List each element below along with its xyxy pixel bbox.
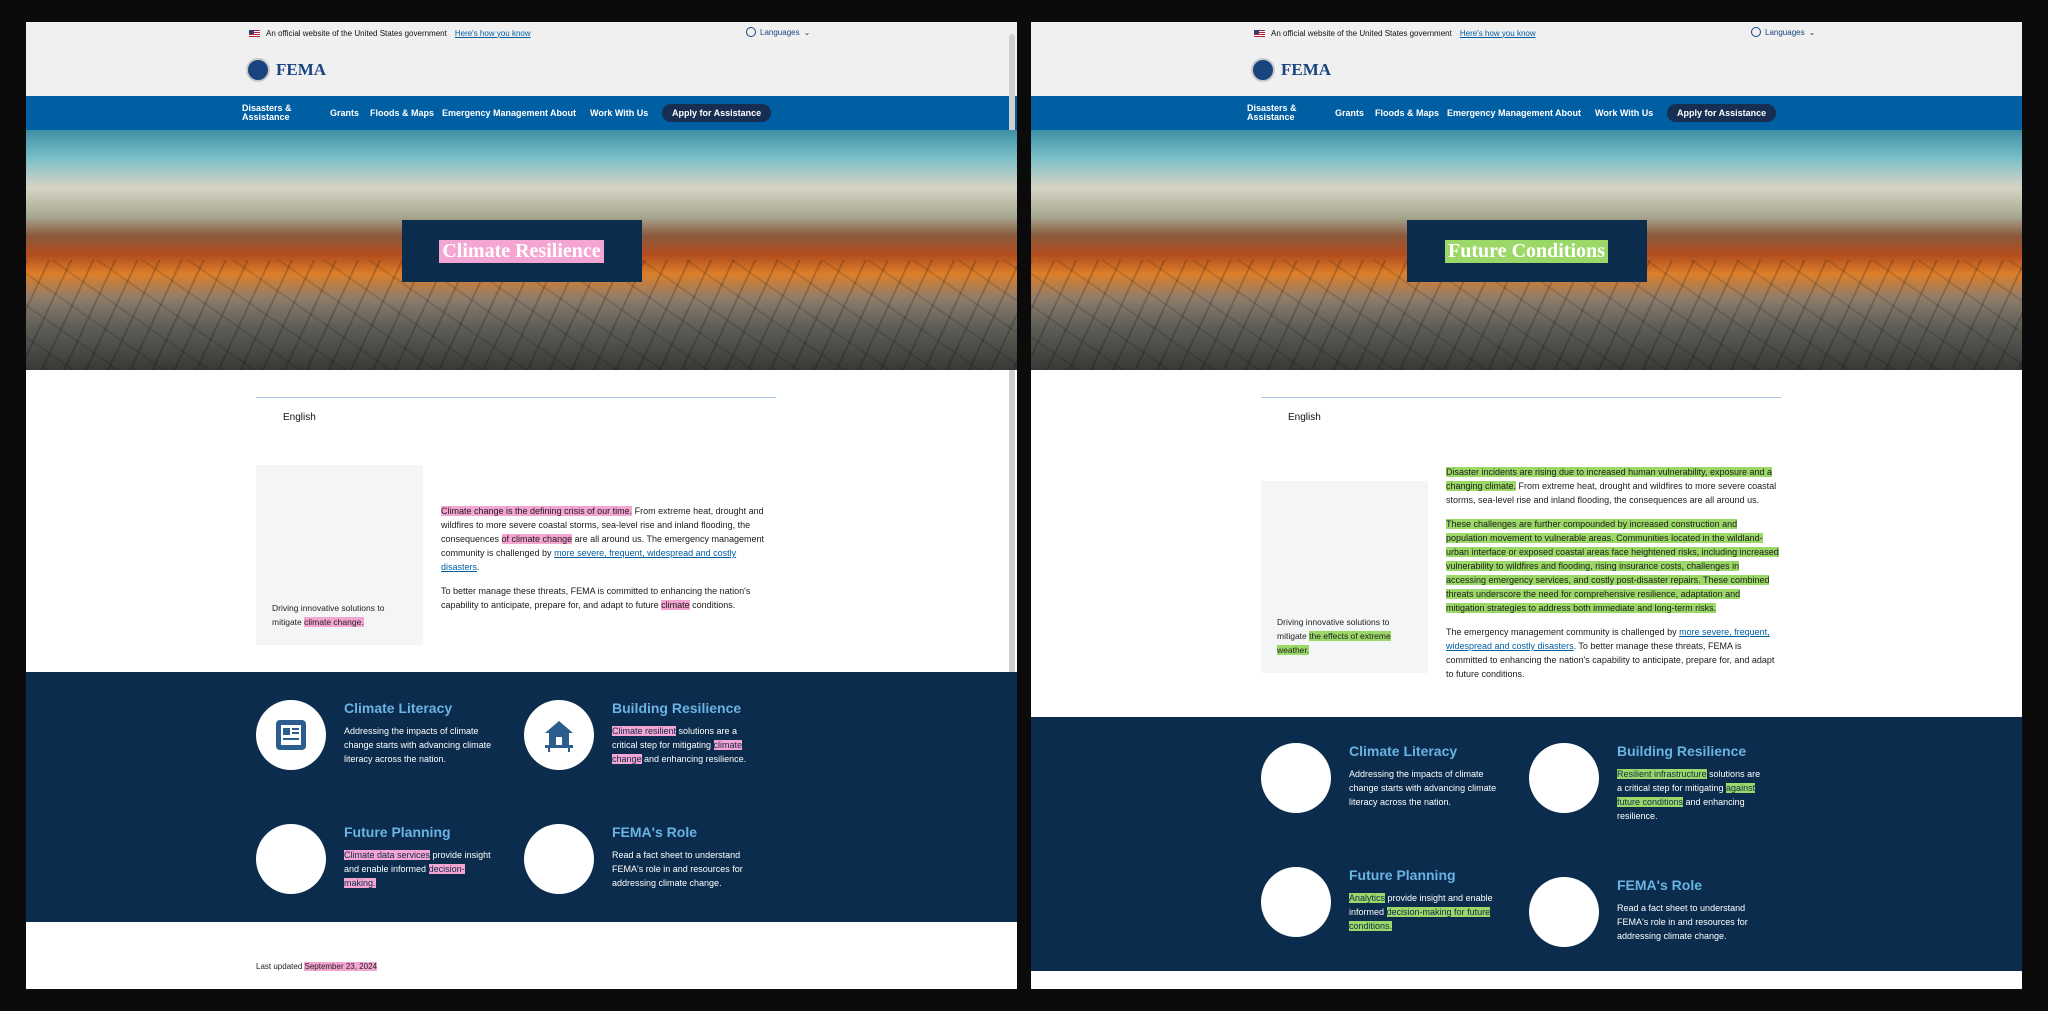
tile-title[interactable]: FEMA's Role [1617,877,1702,893]
intro-paragraph-2: These challenges are further compounded … [1446,519,1779,613]
nav-disasters-assistance[interactable]: Disasters & Assistance [1247,104,1335,122]
right-browser-pane: An official website of the United States… [1031,22,2022,989]
heres-how-you-know-link[interactable]: Here's how you know [1460,29,1536,38]
tile-icon-circle [256,824,326,894]
gov-banner: An official website of the United States… [26,22,1017,44]
nav-emergency-management[interactable]: Emergency Management [442,108,550,118]
intro-paragraph-2: To better manage these threats, FEMA is … [441,586,751,610]
nav-grants[interactable]: Grants [330,108,370,118]
hero-title: Climate Resilience [439,239,604,263]
languages-label: Languages [760,27,800,37]
tile-description: Climate data services provide insight an… [344,850,491,888]
tile-icon-circle [524,700,594,770]
tile-description: Read a fact sheet to understand FEMA's r… [612,850,743,888]
gov-banner-text: An official website of the United States… [266,28,447,38]
us-flag-icon [249,29,260,37]
side-card-text: Driving innovative solutions to mitigate… [1277,617,1391,655]
tile-title[interactable]: Future Planning [344,824,451,840]
fema-logo[interactable]: FEMA [1281,60,1331,80]
main-nav: Disasters & Assistance Grants Floods & M… [26,96,1017,130]
tile-title[interactable]: Climate Literacy [344,700,452,716]
nav-work-with-us[interactable]: Work With Us [590,108,662,118]
tile-icon-circle [1529,743,1599,813]
languages-button[interactable]: Languages ⌄ [1751,27,1815,37]
tile-description: Resilient infrastructure solutions are a… [1617,769,1761,821]
tile-title[interactable]: Building Resilience [1617,743,1746,759]
nav-disasters-assistance[interactable]: Disasters & Assistance [242,104,330,122]
tile-description: Analytics provide insight and enable inf… [1349,893,1493,931]
tile-icon-circle [1261,743,1331,813]
comparison-frame: An official website of the United States… [26,22,2022,989]
nav-grants[interactable]: Grants [1335,108,1375,118]
nav-about[interactable]: About [1555,108,1595,118]
intro-paragraph-3: The emergency management community is ch… [1446,627,1775,679]
intro-paragraph-1: Climate change is the defining crisis of… [441,506,765,572]
dhs-seal-icon [1251,58,1275,82]
document-icon [276,720,306,750]
last-updated: Last updated September 23, 2024 [256,962,377,971]
site-header: FEMA [26,44,1017,96]
side-card-text: Driving innovative solutions to mitigate… [272,603,385,627]
globe-icon [1751,27,1761,37]
intro-paragraph-1: Disaster incidents are rising due to inc… [1446,467,1777,505]
hero-banner: Future Conditions [1031,130,2022,370]
tile-title[interactable]: Building Resilience [612,700,741,716]
dhs-seal-icon [246,58,270,82]
chevron-down-icon: ⌄ [803,27,811,37]
site-header: FEMA [1031,44,2022,96]
side-card: Driving innovative solutions to mitigate… [1261,481,1428,673]
nav-about[interactable]: About [550,108,590,118]
nav-floods-maps[interactable]: Floods & Maps [370,108,442,118]
hero-title-box: Climate Resilience [401,220,642,282]
gov-banner: An official website of the United States… [1031,22,2022,44]
divider [256,397,776,398]
hero-title-box: Future Conditions [1406,220,1647,282]
side-card: Driving innovative solutions to mitigate… [256,465,423,645]
left-browser-pane: An official website of the United States… [26,22,1017,989]
language-label[interactable]: English [283,412,316,423]
main-nav: Disasters & Assistance Grants Floods & M… [1031,96,2022,130]
apply-for-assistance-button[interactable]: Apply for Assistance [662,104,772,122]
tile-icon-circle [1261,867,1331,937]
hero-banner: Climate Resilience [26,130,1017,370]
languages-label: Languages [1765,27,1805,37]
topics-band: Climate Literacy Addressing the impacts … [1031,717,2022,971]
tile-icon-circle [1529,877,1599,947]
gov-banner-text: An official website of the United States… [1271,28,1452,38]
tile-icon-circle [524,824,594,894]
nav-work-with-us[interactable]: Work With Us [1595,108,1667,118]
globe-icon [746,27,756,37]
tile-description: Addressing the impacts of climate change… [1349,769,1497,807]
tile-description: Addressing the impacts of climate change… [344,726,492,764]
tile-title[interactable]: FEMA's Role [612,824,697,840]
tile-description: Climate resilient solutions are a critic… [612,726,747,764]
divider [1261,397,1781,398]
intro-text: Climate change is the defining crisis of… [441,504,776,622]
tile-description: Read a fact sheet to understand FEMA's r… [1617,903,1748,941]
languages-button[interactable]: Languages ⌄ [746,27,810,37]
nav-emergency-management[interactable]: Emergency Management [1447,108,1555,118]
hero-title: Future Conditions [1445,239,1608,263]
heres-how-you-know-link[interactable]: Here's how you know [455,29,531,38]
topics-band: Climate Literacy Addressing the impacts … [26,672,1017,922]
tile-title[interactable]: Climate Literacy [1349,743,1457,759]
fema-logo[interactable]: FEMA [276,60,326,80]
intro-text: Disaster incidents are rising due to inc… [1446,465,1781,691]
tile-title[interactable]: Future Planning [1349,867,1456,883]
tile-icon-circle [256,700,326,770]
house-icon [545,721,573,752]
us-flag-icon [1254,29,1265,37]
language-label[interactable]: English [1288,412,1321,423]
nav-floods-maps[interactable]: Floods & Maps [1375,108,1447,118]
apply-for-assistance-button[interactable]: Apply for Assistance [1667,104,1777,122]
chevron-down-icon: ⌄ [1808,27,1816,37]
